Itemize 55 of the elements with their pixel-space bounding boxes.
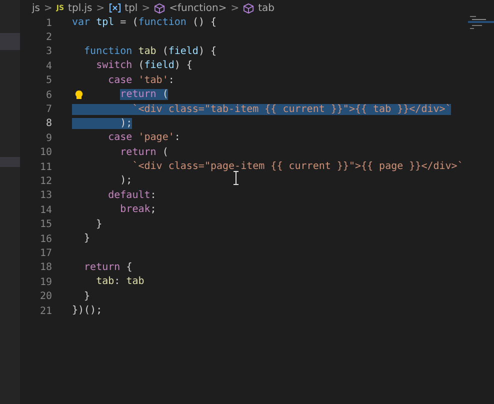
line-number: 3	[44, 46, 52, 58]
sidebar-highlight	[0, 157, 20, 167]
breadcrumb-item[interactable]: <function>	[169, 2, 227, 14]
code-line: );	[119, 174, 132, 188]
breadcrumb-item[interactable]: tpl	[124, 2, 138, 14]
code-line: }	[83, 232, 90, 246]
code-line: return (	[119, 88, 168, 102]
line-number: 10	[38, 147, 52, 158]
breadcrumb-separator: >	[230, 2, 240, 14]
code-line: case 'page':	[107, 131, 180, 146]
line-number: 9	[44, 132, 52, 144]
line-number: 18	[38, 262, 52, 274]
breadcrumb-item[interactable]: tpl.js	[68, 2, 92, 14]
cube-icon	[243, 2, 254, 14]
code-line: return (	[119, 146, 168, 160]
breadcrumb-separator: >	[96, 2, 105, 14]
code-line: tab: tab	[95, 275, 144, 290]
line-number: 12	[38, 176, 52, 187]
code-line: case 'tab':	[107, 74, 174, 88]
sidebar-highlight	[0, 33, 20, 50]
line-number: 2	[44, 32, 52, 44]
code-line: switch (field) {	[95, 59, 192, 74]
line-number: 14	[38, 204, 52, 216]
code-line: })();	[72, 304, 102, 318]
code-line: }	[95, 218, 102, 232]
cube-icon	[154, 2, 166, 14]
text-cursor-icon	[233, 171, 239, 185]
lightbulb-icon[interactable]	[75, 90, 83, 101]
line-number: 16	[38, 234, 52, 245]
line-number: 13	[38, 190, 52, 202]
variable-icon	[108, 3, 121, 13]
code-line: var tpl = (function () {	[72, 16, 217, 30]
breadcrumb-separator: >	[142, 2, 150, 14]
line-number: 11	[38, 162, 52, 173]
line-number: 5	[44, 75, 52, 86]
code-line: return {	[83, 260, 132, 275]
line-number: 6	[44, 90, 52, 101]
line-number: 8	[44, 118, 52, 130]
line-number: 19	[38, 276, 52, 288]
breadcrumb-item[interactable]: tab	[258, 2, 274, 14]
line-number: 4	[44, 60, 52, 72]
code-line: }	[83, 290, 90, 304]
line-number: 17	[38, 248, 52, 259]
breadcrumb-separator: >	[44, 2, 52, 14]
code-line: default:	[107, 188, 156, 203]
line-number: 21	[38, 306, 52, 316]
line-number: 20	[38, 291, 52, 302]
minimap-drawing	[468, 14, 494, 32]
code-line: break;	[119, 203, 156, 218]
breadcrumb-item[interactable]: js	[32, 2, 40, 14]
line-number: 7	[44, 104, 52, 116]
code-line: `<div class="page-item {{ current }}">{{ page }}</div>`	[131, 160, 464, 174]
code-line: function tab (field) {	[83, 44, 217, 59]
line-number: 15	[38, 219, 52, 230]
line-number: 1	[44, 18, 52, 29]
